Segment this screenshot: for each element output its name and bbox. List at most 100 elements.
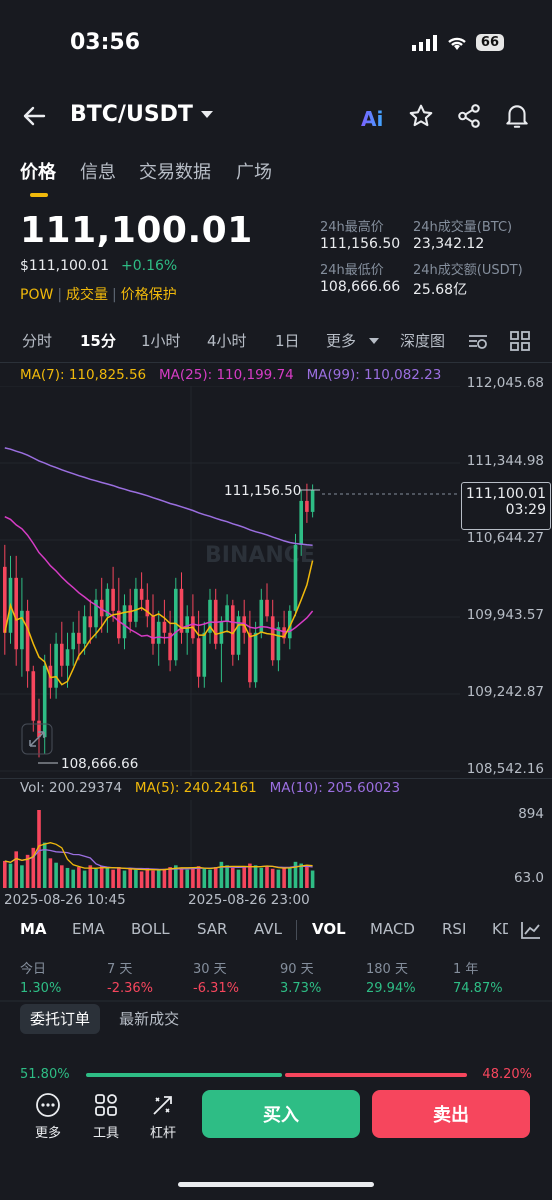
interval-1h[interactable]: 1小时: [141, 330, 181, 351]
volume-bar: [117, 867, 121, 888]
volume-bar: [265, 866, 269, 888]
candle-body: [25, 610, 30, 672]
tab-latest-trades[interactable]: 最新成交: [119, 1010, 179, 1028]
candle-body: [117, 610, 121, 639]
tools-label: 工具: [92, 1126, 119, 1141]
tools-button[interactable]: 工具: [82, 1092, 130, 1141]
volume-bar: [270, 868, 275, 888]
buy-button[interactable]: 买入: [202, 1090, 360, 1138]
tab-open-orders[interactable]: 委托订单: [20, 1004, 101, 1034]
interval-bar: 分时 15分 1小时 4小时 1日 更多 深度图: [0, 330, 552, 354]
indicator-boll[interactable]: BOLL: [131, 920, 170, 938]
chart-settings-icon[interactable]: [520, 920, 542, 940]
more-button[interactable]: 更多: [24, 1092, 72, 1141]
volume-bar: [276, 869, 281, 888]
vol-btc-value: 23,342.12: [413, 236, 485, 252]
interval-depth[interactable]: 深度图: [400, 330, 445, 351]
candle-body: [299, 500, 303, 545]
indicator-vol[interactable]: VOL: [312, 920, 346, 938]
volume-bar: [282, 867, 286, 888]
candle-body: [305, 500, 309, 512]
volume-bar: [82, 870, 87, 888]
volume-bar: [253, 865, 258, 888]
candlestick-chart[interactable]: BINANCE 111,156.50 108,666.66: [0, 386, 460, 776]
usd-price: $111,100.01: [20, 258, 110, 274]
more-label: 更多: [34, 1126, 61, 1141]
performance-label: 1 年: [453, 962, 479, 977]
tag-price-protect[interactable]: 价格保护: [121, 287, 177, 303]
performance-item: 1 年 74.87%: [453, 958, 503, 996]
indicator-kd[interactable]: KD: [492, 920, 508, 938]
indicator-settings-icon[interactable]: [467, 331, 489, 351]
pair-title[interactable]: BTC/USDT: [70, 102, 193, 127]
tab-trading-data[interactable]: 交易数据: [139, 158, 211, 184]
battery-icon: 66: [475, 34, 504, 51]
ma7-label: MA(7): 110,825.56: [20, 367, 147, 383]
tab-price[interactable]: 价格: [20, 158, 56, 184]
buy-ratio-bar: [86, 1073, 282, 1077]
price-axis-label: 109,943.57: [466, 607, 544, 623]
tag-volume[interactable]: 成交量: [66, 287, 108, 303]
indicator-ema[interactable]: EMA: [72, 920, 105, 938]
ai-icon[interactable]: Ai: [360, 107, 388, 129]
volume-bar: [156, 869, 161, 888]
volume-bar: [305, 865, 309, 888]
performance-value: 74.87%: [453, 981, 503, 996]
indicator-ma[interactable]: MA: [20, 920, 47, 938]
price-axis-label: 110,644.27: [466, 530, 544, 546]
interval-4h[interactable]: 4小时: [207, 330, 247, 351]
performance-value: 1.30%: [20, 981, 62, 996]
candle-body: [185, 616, 189, 633]
performance-item: 30 天 -6.31%: [193, 958, 239, 996]
candle-body: [259, 599, 264, 633]
candle-body: [270, 616, 275, 661]
tab-info[interactable]: 信息: [80, 158, 116, 184]
sell-ratio: 48.20%: [482, 1067, 532, 1082]
candle-body: [71, 632, 75, 650]
status-time: 03:56: [70, 30, 141, 55]
performance-value: -2.36%: [107, 981, 153, 996]
candle-body: [20, 610, 24, 650]
volume-bar: [168, 867, 172, 888]
sell-button[interactable]: 卖出: [372, 1090, 530, 1138]
vol-ma5: MA(5): 240.24161: [134, 780, 257, 796]
indicator-rsi[interactable]: RSI: [442, 920, 466, 938]
leverage-button[interactable]: 杠杆: [139, 1092, 187, 1141]
indicator-macd[interactable]: MACD: [370, 920, 415, 938]
volume-bar: [162, 868, 167, 888]
candle-body: [253, 632, 258, 683]
interval-15m[interactable]: 15分: [80, 330, 116, 351]
chevron-down-icon[interactable]: [369, 338, 379, 344]
layout-grid-icon[interactable]: [510, 331, 530, 351]
interval-more[interactable]: 更多: [326, 330, 356, 351]
candle-body: [54, 643, 58, 688]
indicator-avl[interactable]: AVL: [254, 920, 282, 938]
interval-1d[interactable]: 1日: [275, 330, 300, 351]
candle-body: [293, 544, 298, 611]
performance-item: 7 天 -2.36%: [107, 958, 153, 996]
volume-bar: [196, 866, 201, 888]
arrow-left-icon[interactable]: [22, 105, 46, 127]
interval-line[interactable]: 分时: [22, 330, 52, 351]
candle-body: [88, 616, 93, 628]
performance-item: 180 天 29.94%: [366, 958, 416, 996]
volume-bar: [299, 863, 303, 888]
indicator-sar[interactable]: SAR: [197, 920, 227, 938]
candle-body: [122, 605, 127, 639]
candle-body: [77, 632, 81, 644]
volume-bar: [65, 867, 70, 888]
chevron-down-icon[interactable]: [201, 111, 213, 118]
indicator-divider: [296, 920, 297, 940]
candle-body: [276, 627, 281, 661]
share-icon[interactable]: [456, 103, 482, 129]
tab-square[interactable]: 广场: [236, 158, 272, 184]
divider: [0, 362, 552, 363]
volume-bar: [48, 858, 53, 888]
volume-bar: [105, 867, 110, 888]
star-icon[interactable]: [408, 103, 434, 129]
price-axis-label: 111,344.98: [466, 453, 544, 469]
candle-body: [231, 605, 235, 655]
bell-icon[interactable]: [504, 102, 530, 130]
indicator-tabs: MA EMA BOLL SAR AVL VOL MACD RSI KD: [0, 920, 552, 944]
tag-pow[interactable]: POW: [20, 287, 53, 303]
